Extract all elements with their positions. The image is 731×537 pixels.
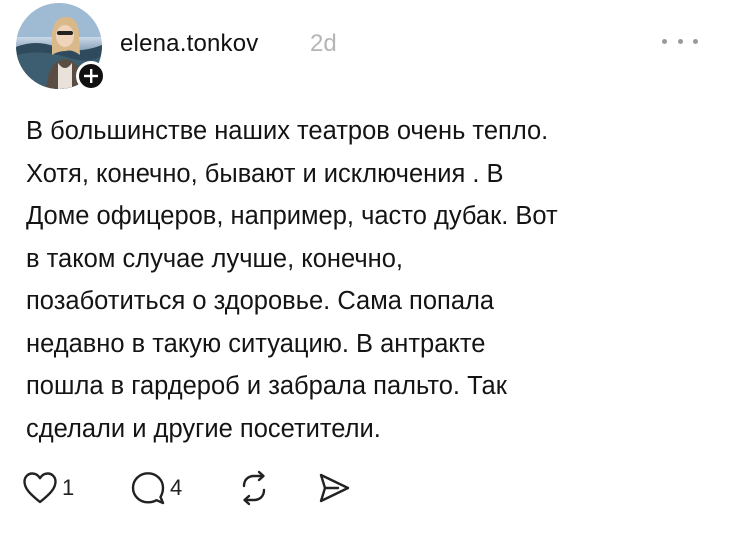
plus-icon — [84, 69, 98, 83]
post-body-line: недавно в такую ситуацию. В антракте — [26, 329, 486, 358]
post-body-line: В большинстве наших театров очень тепло. — [26, 117, 549, 145]
like-count: 1 — [62, 475, 75, 500]
post-body-line: позаботиться о здоровье. Сама попала — [26, 287, 495, 315]
author-avatar-container[interactable] — [16, 3, 106, 91]
author-username[interactable]: elena.tonkov — [120, 30, 259, 58]
post-body-line: в таком случае лучше, конечно, — [26, 244, 403, 273]
post-timestamp: 2d — [310, 30, 337, 57]
heart-icon — [23, 472, 57, 504]
ellipsis-dot — [693, 38, 698, 44]
comment-count: 4 — [170, 475, 183, 500]
send-icon — [319, 473, 350, 503]
speech-bubble-icon — [131, 472, 165, 505]
post-body-line: Хотя, конечно, бывают и исключения . В — [26, 159, 504, 188]
comment-button[interactable]: 4 — [130, 468, 182, 508]
share-button[interactable] — [316, 468, 352, 508]
follow-plus-button[interactable] — [76, 61, 106, 91]
post-card: elena.tonkov 2d В большинстве наших теат… — [0, 0, 731, 537]
post-body: В большинстве наших театров очень тепло.… — [26, 110, 716, 450]
post-body-line: пошла в гардероб и забрала пальто. Так — [26, 372, 507, 400]
more-options-button[interactable] — [662, 34, 698, 48]
ellipsis-dot — [677, 38, 683, 44]
like-button[interactable]: 1 — [22, 468, 74, 508]
post-body-line: сделали и другие посетители. — [26, 414, 381, 443]
post-body-line: Доме офицеров, например, часто дубак. Во… — [26, 202, 558, 230]
repost-button[interactable] — [236, 468, 272, 508]
repost-icon — [242, 470, 266, 506]
ellipsis-dot — [662, 38, 667, 44]
